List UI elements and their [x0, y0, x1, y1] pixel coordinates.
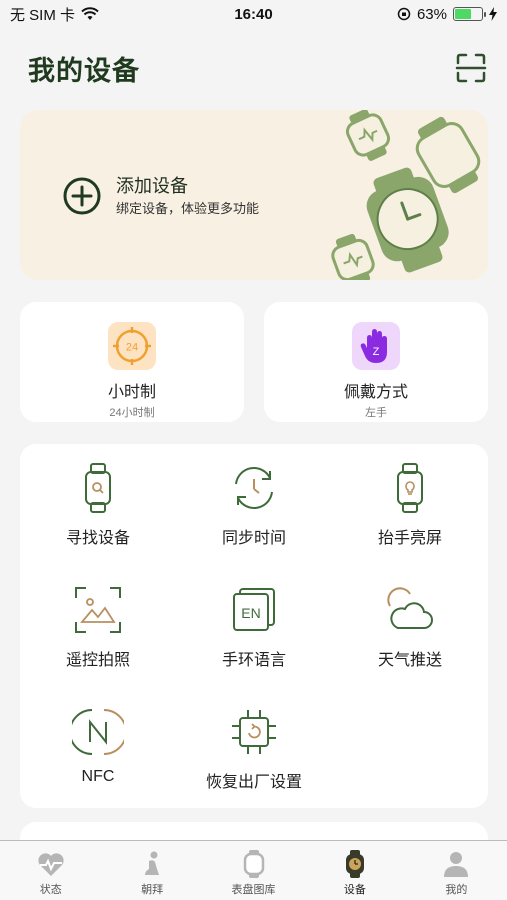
- feature-grid: 寻找设备 同步时间 抬手亮屏 遥控拍照 EN 手环语言 天气推送 NFC 恢复出…: [20, 444, 488, 808]
- tab-label: 表盘图库: [231, 884, 276, 896]
- factory-reset-icon: [232, 710, 276, 754]
- tab-label: 状态: [39, 884, 62, 896]
- raise-wake-icon: [397, 463, 423, 513]
- sync-time-icon: [235, 467, 273, 509]
- clock-24-icon: 24: [108, 322, 156, 370]
- status-time: 16:40: [234, 5, 273, 23]
- tab-prayer[interactable]: 朝拜: [101, 841, 202, 900]
- tab-watch-faces[interactable]: 表盘图库: [203, 841, 304, 900]
- wear-mode-value: 左手: [365, 407, 387, 419]
- find-watch-icon: [85, 463, 111, 513]
- tab-device[interactable]: 设备: [304, 841, 405, 900]
- add-device-title: 添加设备: [116, 176, 188, 196]
- feature-find-device[interactable]: 寻找设备: [20, 462, 176, 548]
- wear-mode-label: 佩戴方式: [343, 384, 408, 401]
- feature-label: 抬手亮屏: [377, 530, 442, 547]
- header: 我的设备: [28, 48, 487, 88]
- page-title: 我的设备: [28, 55, 140, 86]
- feature-label: 手环语言: [221, 652, 286, 669]
- add-circle-icon: [63, 177, 101, 215]
- next-card-edge: [20, 822, 488, 842]
- weather-icon: [387, 587, 433, 629]
- feature-sync-time[interactable]: 同步时间: [176, 462, 332, 548]
- feature-raise-wake[interactable]: 抬手亮屏: [332, 462, 488, 548]
- feature-language[interactable]: EN 手环语言: [176, 584, 332, 670]
- feature-label: 恢复出厂设置: [205, 774, 302, 791]
- wifi-icon: [81, 7, 99, 20]
- tab-label: 我的: [445, 884, 468, 896]
- feature-nfc[interactable]: NFC: [20, 706, 176, 786]
- tab-bar: 状态 朝拜 表盘图库 设备 我的: [0, 840, 507, 900]
- device-icon: [345, 850, 364, 878]
- battery-icon: [453, 7, 486, 21]
- language-icon-text: EN: [241, 605, 260, 621]
- nfc-icon: [72, 709, 124, 755]
- tab-profile[interactable]: 我的: [406, 841, 507, 900]
- status-left: 无 SIM 卡: [10, 4, 99, 25]
- battery-level: [455, 9, 472, 19]
- hour-format-label: 小时制: [107, 384, 156, 401]
- add-device-subtitle: 绑定设备，体验更多功能: [116, 201, 260, 216]
- feature-weather[interactable]: 天气推送: [332, 584, 488, 670]
- remote-camera-icon: [75, 587, 121, 633]
- feature-label: 寻找设备: [65, 530, 130, 547]
- battery-percent: 63%: [416, 5, 447, 23]
- prayer-icon: [145, 851, 160, 875]
- feature-label: 遥控拍照: [65, 652, 130, 669]
- hour-format-card[interactable]: 24 小时制 24小时制: [20, 302, 244, 422]
- wear-mode-card[interactable]: Z 佩戴方式 左手: [264, 302, 488, 422]
- carrier-text: 无 SIM 卡: [10, 6, 76, 24]
- feature-label: 天气推送: [377, 652, 442, 669]
- hand-icon: Z: [352, 322, 400, 370]
- feature-remote-camera[interactable]: 遥控拍照: [20, 584, 176, 670]
- hand-icon-text: Z: [373, 346, 380, 358]
- feature-label: NFC: [81, 768, 115, 785]
- status-right: 63%: [397, 6, 497, 23]
- charging-icon: [489, 7, 497, 21]
- tab-label: 朝拜: [141, 884, 164, 896]
- orientation-lock-icon: [397, 7, 411, 21]
- feature-label: 同步时间: [221, 530, 286, 547]
- status-bar: 无 SIM 卡 16:40 63%: [0, 0, 507, 28]
- add-device-card[interactable]: 添加设备 绑定设备，体验更多功能: [20, 110, 488, 280]
- clock-24-text: 24: [126, 342, 138, 354]
- feature-factory-reset[interactable]: 恢复出厂设置: [176, 706, 332, 792]
- watches-illustration-icon: [331, 110, 481, 280]
- language-icon: EN: [233, 588, 275, 631]
- watch-face-icon: [243, 850, 264, 878]
- tab-status[interactable]: 状态: [0, 841, 101, 900]
- scan-icon[interactable]: [455, 52, 487, 84]
- tab-label: 设备: [343, 884, 366, 896]
- profile-icon: [444, 852, 469, 877]
- heart-rate-icon: [38, 853, 64, 876]
- hour-format-value: 24小时制: [109, 407, 155, 419]
